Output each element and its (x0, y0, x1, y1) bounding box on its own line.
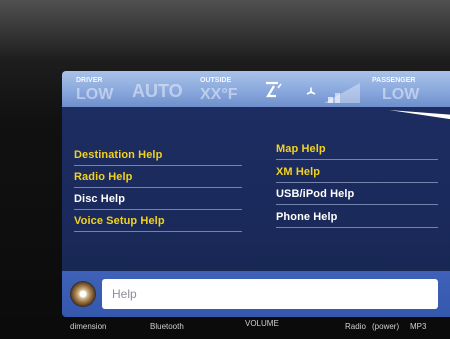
radio-help-label: Radio Help (74, 171, 133, 183)
brand-label: dimension (70, 322, 107, 331)
volume-label: VOLUME (245, 319, 279, 328)
display-screen: DRIVER LOW AUTO OUTSIDE XX°F PASSENGER L… (62, 71, 450, 317)
passenger-label: PASSENGER (372, 77, 416, 84)
climate-bar: DRIVER LOW AUTO OUTSIDE XX°F PASSENGER L… (62, 71, 450, 107)
voice-setup-help-label: Voice Setup Help (74, 215, 165, 227)
menu-divider (276, 204, 438, 205)
bluetooth-label: Bluetooth (150, 322, 184, 331)
outside-temp: XX°F (200, 86, 238, 103)
destination-help-item[interactable]: Destination Help (74, 149, 242, 166)
menu-divider (74, 187, 242, 188)
phone-help-item[interactable]: Phone Help (276, 211, 438, 228)
menu-divider (74, 165, 242, 166)
map-help-label: Map Help (276, 143, 326, 155)
usb-ipod-help-label: USB/iPod Help (276, 188, 355, 200)
menu-divider (276, 182, 438, 183)
xm-help-label: XM Help (276, 166, 321, 178)
destination-help-label: Destination Help (74, 149, 163, 161)
map-help-item[interactable]: Map Help (276, 143, 438, 160)
bottom-bar: Help (62, 271, 450, 317)
device-footer: dimension Bluetooth VOLUME Radio (power)… (0, 317, 450, 339)
climate-mode: AUTO (132, 81, 183, 101)
radio-label: Radio (345, 322, 366, 331)
pointer-arrow-icon (389, 110, 450, 120)
control-knob-icon[interactable] (70, 281, 96, 307)
bezel-glare (0, 0, 450, 60)
driver-temp: LOW (76, 86, 114, 103)
radio-help-item[interactable]: Radio Help (74, 171, 242, 188)
fan-icon (306, 87, 316, 95)
menu-divider (276, 227, 438, 228)
phone-help-label: Phone Help (276, 211, 338, 223)
voice-setup-help-item[interactable]: Voice Setup Help (74, 215, 242, 232)
seat-airflow-icon (266, 81, 282, 98)
fan-speed-icon (324, 83, 360, 103)
menu-divider (276, 159, 438, 160)
passenger-temp: LOW (382, 86, 420, 103)
driver-label: DRIVER (76, 77, 103, 84)
menu-divider (74, 231, 242, 232)
power-label: (power) (372, 322, 400, 331)
outside-label: OUTSIDE (200, 77, 232, 84)
help-title-field: Help (102, 279, 438, 309)
device-photo: DRIVER LOW AUTO OUTSIDE XX°F PASSENGER L… (0, 0, 450, 339)
mp3-label: MP3 (410, 322, 427, 331)
menu-divider (74, 209, 242, 210)
disc-help-label: Disc Help (74, 193, 126, 205)
xm-help-item[interactable]: XM Help (276, 166, 438, 183)
usb-ipod-help-item[interactable]: USB/iPod Help (276, 188, 438, 205)
disc-help-item[interactable]: Disc Help (74, 193, 242, 210)
